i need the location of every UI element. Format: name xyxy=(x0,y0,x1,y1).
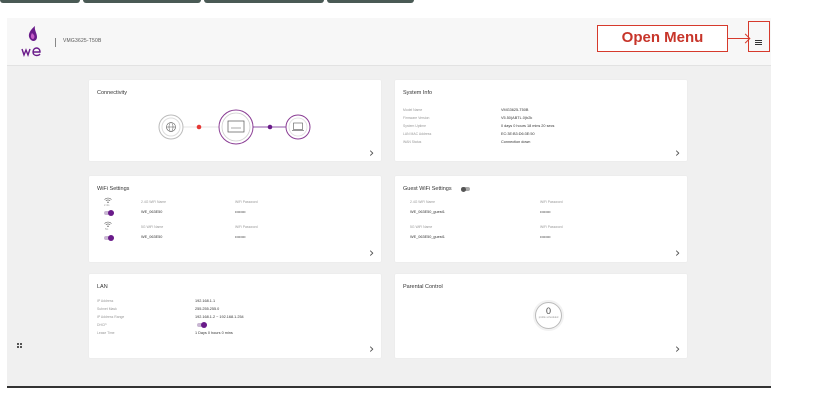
lan-label: Lease Time xyxy=(97,331,115,335)
info-value: 0 days 0 hours 18 mins 20 secs xyxy=(501,124,555,128)
parental-control-card[interactable]: Parental Control 0 profile scheduled › xyxy=(395,274,687,358)
wifi-password-value: •••••••• xyxy=(540,210,551,214)
guest-wifi-toggle[interactable] xyxy=(461,186,470,192)
info-value: VMG3625-T50B xyxy=(501,108,529,112)
guest-wifi-card[interactable]: Guest WiFi Settings 2.4G WiFi Name WE_06… xyxy=(395,176,687,262)
wifi-icon xyxy=(104,221,112,227)
lan-value: 1 Days 0 hours 0 mins xyxy=(195,331,233,335)
browser-tab-strip xyxy=(0,0,825,5)
wifi-name-value: WE_063E50 xyxy=(141,210,163,214)
info-value: Connection down xyxy=(501,140,531,144)
hamburger-icon xyxy=(755,40,762,45)
card-title: LAN xyxy=(97,284,108,290)
info-label: Model Name xyxy=(403,108,423,112)
chevron-right-icon[interactable]: › xyxy=(369,147,374,160)
router-dashboard: VMG3625-T50B Open Menu Connectivity › Sy… xyxy=(7,18,771,388)
lan-value: 255.255.255.0 xyxy=(195,307,220,311)
device-model: VMG3625-T50B xyxy=(63,38,102,44)
lan-value: 192.168.1.2 ~ 192.168.1.254 xyxy=(195,315,244,319)
browser-tab[interactable] xyxy=(204,0,324,3)
browser-tab[interactable] xyxy=(83,0,201,3)
grid-icon[interactable] xyxy=(17,343,23,348)
callout-arrow-icon xyxy=(728,38,748,39)
card-title: WiFi Settings xyxy=(97,186,130,192)
lan-card[interactable]: LAN IP Address 192.168.1.1 Subnet Mask 2… xyxy=(89,274,381,358)
wifi-icon xyxy=(104,197,112,203)
wifi-password-label: WiFi Password xyxy=(235,200,258,204)
profile-count-label: profile scheduled xyxy=(538,316,559,319)
wifi-name-value: WE_063E50_guest1 xyxy=(410,210,445,214)
wifi-name-label: 2.4G WiFi Name xyxy=(141,200,167,204)
wifi-5g-toggle[interactable] xyxy=(104,235,114,241)
info-label: System Uptime xyxy=(403,124,426,128)
wifi-password-label: WiFi Password xyxy=(540,200,563,204)
wifi-password-value: •••••••• xyxy=(235,210,246,214)
open-menu-callout: Open Menu xyxy=(597,25,728,52)
info-value: EC:3E:B3:D6:3E:50 xyxy=(501,132,535,136)
dhcp-toggle[interactable] xyxy=(197,322,207,328)
chevron-right-icon[interactable]: › xyxy=(369,343,374,356)
lan-label: DHCP xyxy=(97,323,107,327)
band-label: 2.4G xyxy=(104,204,110,207)
wifi-password-value: •••••••• xyxy=(235,235,246,239)
connectivity-diagram xyxy=(158,109,311,145)
logo-separator xyxy=(55,38,56,47)
menu-button[interactable] xyxy=(748,21,770,52)
wifi-name-value: WE_063E50 xyxy=(141,235,163,239)
profile-count: 0 xyxy=(545,306,551,316)
chevron-right-icon[interactable]: › xyxy=(675,147,680,160)
we-logo[interactable] xyxy=(19,24,49,60)
wifi-password-value: •••••••• xyxy=(540,235,551,239)
card-title: Guest WiFi Settings xyxy=(403,186,452,192)
info-value: V5.50(ABTL.0)b2k xyxy=(501,116,533,120)
lan-label: Subnet Mask xyxy=(97,307,117,311)
browser-tab[interactable] xyxy=(327,0,414,3)
wifi-name-label: 2.4G WiFi Name xyxy=(410,200,436,204)
wifi-name-label: 5G WiFi Name xyxy=(410,225,433,229)
chevron-right-icon[interactable]: › xyxy=(675,343,680,356)
laptop-icon xyxy=(293,122,303,130)
wifi-name-label: 5G WiFi Name xyxy=(141,225,164,229)
info-label: LAN MAC Address xyxy=(403,132,432,136)
status-dot xyxy=(196,124,202,130)
browser-tab[interactable] xyxy=(0,0,80,3)
header: VMG3625-T50B Open Menu xyxy=(7,18,771,66)
wifi-password-label: WiFi Password xyxy=(235,225,258,229)
wifi-settings-card[interactable]: WiFi Settings 2.4G 2.4G WiFi Name WE_063… xyxy=(89,176,381,262)
lan-label: IP Address Range xyxy=(97,315,125,319)
profile-count-circle: 0 profile scheduled xyxy=(535,302,562,329)
router-icon xyxy=(227,120,245,133)
chevron-right-icon[interactable]: › xyxy=(675,247,680,260)
chevron-right-icon[interactable]: › xyxy=(369,247,374,260)
wifi-name-value: WE_063E50_guest1 xyxy=(410,235,445,239)
connectivity-card[interactable]: Connectivity › xyxy=(89,80,381,161)
lan-label: IP Address xyxy=(97,299,114,303)
wifi-24g-toggle[interactable] xyxy=(104,210,114,216)
card-title: System Info xyxy=(403,90,433,96)
wifi-password-label: WiFi Password xyxy=(540,225,563,229)
band-label: 5G xyxy=(105,228,109,231)
card-title: Parental Control xyxy=(403,284,443,290)
info-label: WAN Status xyxy=(403,140,422,144)
info-label: Firmware Version xyxy=(403,116,430,120)
system-info-card[interactable]: System Info Model Name VMG3625-T50B Firm… xyxy=(395,80,687,161)
lan-value: 192.168.1.1 xyxy=(195,299,216,303)
